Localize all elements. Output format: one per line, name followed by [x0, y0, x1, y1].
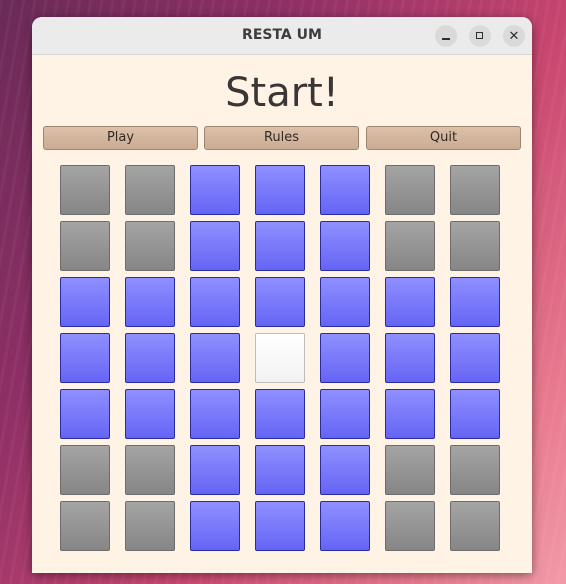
peg-cell[interactable]	[255, 277, 305, 327]
blocked-cell	[125, 165, 175, 215]
play-button[interactable]: Play	[43, 126, 198, 150]
blocked-cell	[60, 501, 110, 551]
peg-cell[interactable]	[255, 501, 305, 551]
peg-cell[interactable]	[190, 445, 240, 495]
blocked-cell	[450, 165, 500, 215]
blocked-cell	[60, 445, 110, 495]
game-board	[60, 165, 502, 555]
peg-cell[interactable]	[60, 333, 110, 383]
peg-cell[interactable]	[320, 333, 370, 383]
peg-cell[interactable]	[190, 389, 240, 439]
minimize-icon	[442, 38, 450, 40]
blocked-cell	[125, 221, 175, 271]
peg-cell[interactable]	[125, 277, 175, 327]
peg-cell[interactable]	[320, 165, 370, 215]
peg-cell[interactable]	[255, 165, 305, 215]
blocked-cell	[385, 501, 435, 551]
close-icon: ✕	[508, 29, 520, 44]
blocked-cell	[125, 445, 175, 495]
blocked-cell	[125, 501, 175, 551]
blocked-cell	[385, 221, 435, 271]
quit-button[interactable]: Quit	[366, 126, 521, 150]
peg-cell[interactable]	[190, 333, 240, 383]
maximize-button[interactable]	[469, 25, 491, 47]
peg-cell[interactable]	[320, 445, 370, 495]
window-title: RESTA UM	[242, 27, 322, 43]
blocked-cell	[385, 445, 435, 495]
blocked-cell	[60, 165, 110, 215]
peg-cell[interactable]	[320, 389, 370, 439]
peg-cell[interactable]	[320, 221, 370, 271]
game-window: RESTA UM ✕ Start! Play Rules Quit	[32, 17, 532, 573]
peg-cell[interactable]	[190, 221, 240, 271]
blocked-cell	[385, 165, 435, 215]
empty-hole-cell[interactable]	[255, 333, 305, 383]
blocked-cell	[450, 445, 500, 495]
peg-cell[interactable]	[60, 389, 110, 439]
peg-cell[interactable]	[190, 277, 240, 327]
peg-cell[interactable]	[385, 277, 435, 327]
peg-cell[interactable]	[60, 277, 110, 327]
peg-cell[interactable]	[385, 333, 435, 383]
maximize-icon	[476, 32, 483, 39]
peg-cell[interactable]	[190, 501, 240, 551]
peg-cell[interactable]	[320, 277, 370, 327]
peg-cell[interactable]	[125, 389, 175, 439]
blocked-cell	[450, 501, 500, 551]
peg-cell[interactable]	[255, 389, 305, 439]
peg-cell[interactable]	[385, 389, 435, 439]
status-heading: Start!	[225, 70, 339, 116]
minimize-button[interactable]	[435, 25, 457, 47]
peg-cell[interactable]	[190, 165, 240, 215]
blocked-cell	[60, 221, 110, 271]
peg-cell[interactable]	[320, 501, 370, 551]
peg-cell[interactable]	[125, 333, 175, 383]
peg-cell[interactable]	[450, 333, 500, 383]
title-bar[interactable]: RESTA UM ✕	[32, 17, 532, 55]
rules-button[interactable]: Rules	[204, 126, 359, 150]
peg-cell[interactable]	[255, 221, 305, 271]
peg-cell[interactable]	[450, 389, 500, 439]
peg-cell[interactable]	[255, 445, 305, 495]
peg-cell[interactable]	[450, 277, 500, 327]
close-button[interactable]: ✕	[503, 25, 525, 47]
blocked-cell	[450, 221, 500, 271]
